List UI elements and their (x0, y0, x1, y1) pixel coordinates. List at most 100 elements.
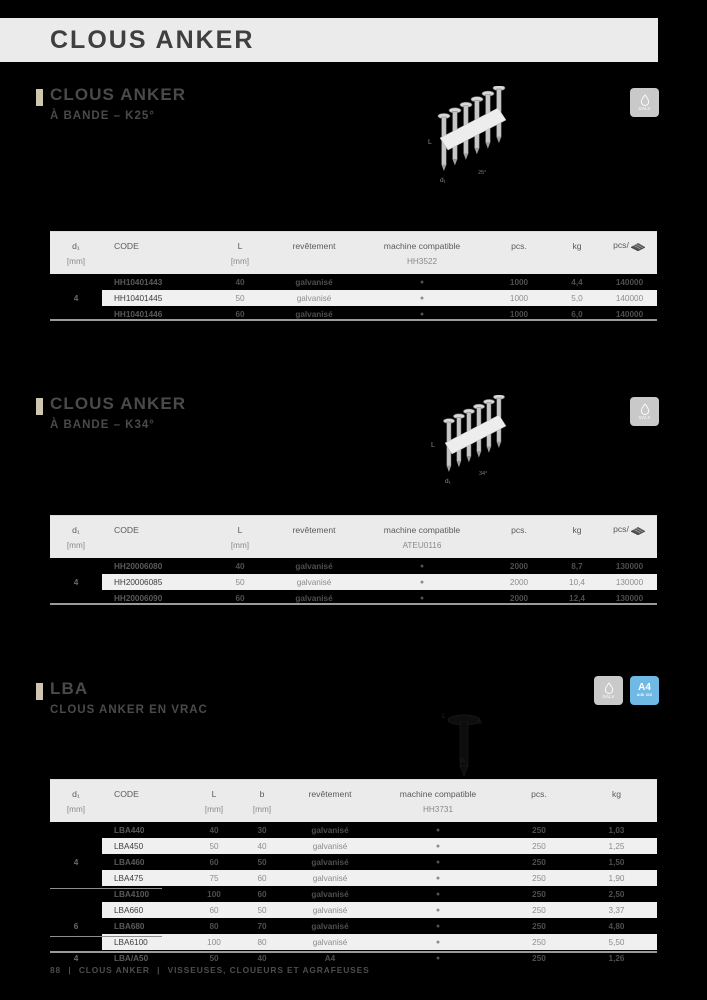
th-revetement-unit (270, 254, 358, 274)
section-subtitle: À BANDE – K25° (50, 110, 155, 122)
table-row[interactable]: LBA475 75 60 galvanisé ● 250 1,90 (50, 870, 657, 886)
cell-code: LBA460 (102, 854, 190, 870)
cell-b: 30 (238, 822, 286, 838)
cell-L: 100 (190, 886, 238, 902)
cell-pcs: 250 (502, 918, 576, 934)
th-code-unit (102, 254, 210, 274)
cell-L: 60 (190, 854, 238, 870)
page-title-bar: CLOUS ANKER (0, 18, 658, 62)
cell-code: LBA450 (102, 838, 190, 854)
th-L: L (210, 232, 270, 254)
table-rule-bottom (50, 603, 657, 605)
th-code: CODE (102, 232, 210, 254)
cell-machine: ● (374, 918, 502, 934)
cell-revetement: galvanisé (286, 934, 374, 950)
table-row[interactable]: LBA680 80 70 galvanisé ● 250 4,80 (50, 918, 657, 934)
group-separator-rule (50, 936, 162, 937)
table-rule-bottom (50, 319, 657, 321)
illustration-label-d1: d₁ (445, 478, 452, 485)
accent-bar-icon (36, 683, 43, 700)
section-clous-anker-k34: CLOUS ANKER À BANDE – K34° GALV L d₁ 34° (0, 395, 707, 485)
badge-galv: GALV (630, 88, 659, 117)
table-row[interactable]: 4 LBA440 40 30 galvanisé ● 250 1,03 (50, 822, 657, 902)
cell-code: LBA475 (102, 870, 190, 886)
product-illustration-lba: L b d₁ (420, 694, 530, 784)
cell-L: 40 (210, 558, 270, 574)
th-L-unit: [mm] (210, 254, 270, 274)
cell-L: 50 (210, 574, 270, 590)
cell-L: 100 (190, 934, 238, 950)
badge-galv: GALV (594, 676, 623, 705)
cell-pcs: 1000 (486, 274, 552, 290)
th-kg-unit (552, 254, 602, 274)
cell-kg: 3,37 (576, 902, 657, 918)
illustration-label-b: b (478, 719, 482, 726)
table-row[interactable]: LBA450 50 40 galvanisé ● 250 1,25 (50, 838, 657, 854)
cell-revetement: galvanisé (270, 274, 358, 290)
table-row[interactable]: HH20006085 50 galvanisé ● 2000 10,4 1300… (50, 574, 657, 590)
accent-bar-icon (36, 398, 43, 415)
table-row[interactable]: 4 HH10401443 40 galvanisé ● 1000 4,4 140… (50, 274, 657, 322)
th-pcs: pcs. (486, 232, 552, 254)
cell-b: 60 (238, 870, 286, 886)
badge-group: GALV (630, 88, 659, 117)
badge-galv: GALV (630, 397, 659, 426)
cell-pcs: 250 (502, 838, 576, 854)
accent-bar-icon (36, 89, 43, 106)
cell-pcs-pallet: 130000 (602, 574, 657, 590)
badge-group: GALV A4 AISI 316 (594, 676, 659, 705)
cell-pcs: 250 (502, 886, 576, 902)
th-code-unit (102, 538, 210, 558)
section-lba: LBA CLOUS ANKER EN VRAC GALV A4 AISI 316 (0, 676, 707, 777)
cell-pcs: 250 (502, 870, 576, 886)
cell-pcs: 250 (502, 822, 576, 838)
cell-revetement: galvanisé (286, 870, 374, 886)
cell-machine: ● (374, 886, 502, 902)
cell-revetement: galvanisé (286, 838, 374, 854)
table-row[interactable]: 6 LBA660 60 50 galvanisé ● 250 3,37 (50, 902, 657, 950)
th-revetement-unit (286, 802, 374, 822)
cell-b: 40 (238, 838, 286, 854)
water-drop-icon (640, 94, 649, 106)
cell-code: HH10401445 (102, 290, 210, 306)
illustration-label-d1: d₁ (460, 757, 467, 764)
cell-L: 40 (210, 274, 270, 290)
cell-d1: 4 (50, 822, 102, 902)
footer-page-number: 88 (50, 965, 62, 975)
cell-d1: 4 (50, 274, 102, 322)
table-row[interactable]: LBA460 60 50 galvanisé ● 250 1,50 (50, 854, 657, 870)
th-b: b (238, 780, 286, 802)
cell-d1: 4 (50, 558, 102, 606)
badge-galv-label: GALV (638, 414, 651, 420)
cell-machine: ● (358, 574, 486, 590)
cell-b: 50 (238, 902, 286, 918)
badge-galv-label: GALV (638, 105, 651, 111)
table-row[interactable]: 4 HH20006080 40 galvanisé ● 2000 8,7 130… (50, 558, 657, 606)
cell-pcs: 2000 (486, 558, 552, 574)
th-pallet-unit (602, 254, 657, 274)
cell-kg: 2,50 (576, 886, 657, 902)
cell-b: 60 (238, 886, 286, 902)
cell-kg: 5,0 (552, 290, 602, 306)
cell-machine: ● (358, 274, 486, 290)
cell-code: LBA660 (102, 902, 190, 918)
th-code: CODE (102, 780, 190, 802)
cell-L: 75 (190, 870, 238, 886)
th-kg-unit (576, 802, 657, 822)
pallet-icon (630, 526, 645, 535)
th-code: CODE (102, 516, 210, 538)
th-machine-model: HH3731 (374, 802, 502, 822)
cell-pcs: 250 (502, 854, 576, 870)
cell-kg: 5,50 (576, 934, 657, 950)
th-pallet-unit (602, 538, 657, 558)
th-L-unit: [mm] (190, 802, 238, 822)
single-nail-icon: L b d₁ (442, 713, 482, 777)
cell-machine: ● (374, 838, 502, 854)
th-d1-unit: [mm] (50, 254, 102, 274)
table-row[interactable]: HH10401445 50 galvanisé ● 1000 5,0 14000… (50, 290, 657, 306)
table-k34: d₁ CODE L revêtement machine compatible … (50, 516, 657, 606)
cell-code: HH10401443 (102, 274, 210, 290)
water-drop-icon (604, 682, 613, 694)
th-machine-model: ATEU0116 (358, 538, 486, 558)
th-pcs-pallet: pcs/ (602, 232, 657, 254)
